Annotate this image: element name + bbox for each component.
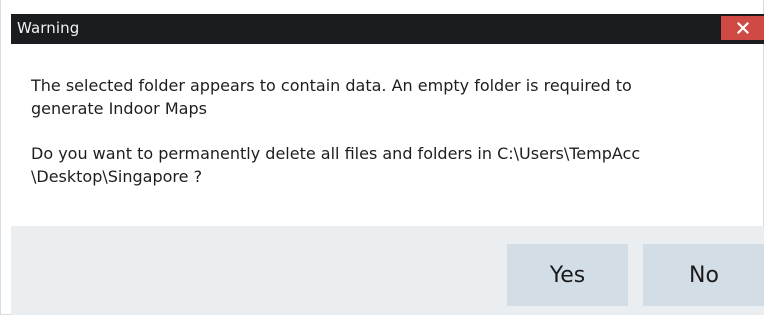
title-bar[interactable]: Warning — [11, 14, 764, 44]
dialog-title: Warning — [17, 19, 80, 37]
message-area: The selected folder appears to contain d… — [31, 74, 747, 188]
no-button[interactable]: No — [643, 244, 764, 306]
close-icon — [737, 22, 749, 34]
close-button[interactable] — [721, 16, 764, 40]
yes-button[interactable]: Yes — [507, 244, 628, 306]
warning-dialog: Warning The selected folder appears to c… — [0, 0, 764, 315]
confirmation-question: Do you want to permanently delete all fi… — [31, 144, 641, 186]
message-text: The selected folder appears to contain d… — [31, 76, 632, 118]
button-bar: Yes No — [11, 226, 764, 315]
